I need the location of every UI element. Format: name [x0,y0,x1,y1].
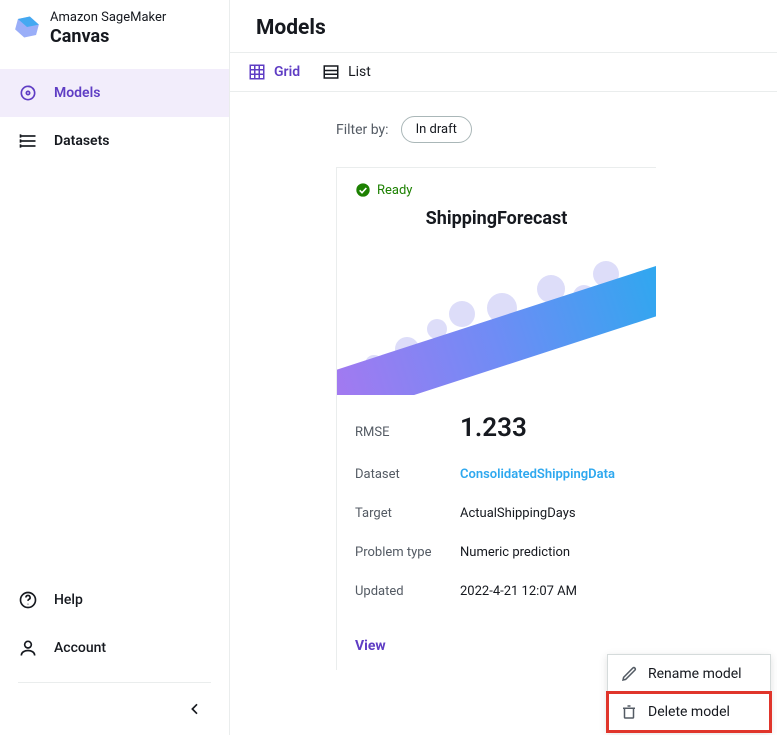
nav-label-help: Help [54,592,83,608]
model-details: RMSE 1.233 Dataset ConsolidatedShippingD… [337,401,656,621]
nav-label-account: Account [54,640,106,656]
grid-label: Grid [274,64,300,80]
secondary-nav: Help Account [0,576,229,725]
datasets-icon [18,131,38,151]
updated-label: Updated [355,584,460,599]
updated-value: 2022-4-21 12:07 AM [460,584,577,599]
nav-item-account[interactable]: Account [0,624,229,672]
target-row: Target ActualShippingDays [355,494,638,533]
target-value: ActualShippingDays [460,506,576,521]
sagemaker-logo-icon [14,14,40,40]
account-icon [18,638,38,658]
delete-model-item[interactable]: Delete model [608,693,770,731]
nav-label-models: Models [54,85,100,101]
view-toolbar: Grid List [230,53,777,92]
rename-model-item[interactable]: Rename model [608,655,770,693]
model-status: Ready [355,182,412,198]
check-circle-icon [355,182,371,198]
ptype-value: Numeric prediction [460,545,570,560]
metric-label: RMSE [355,425,460,440]
list-icon [322,63,340,81]
status-text: Ready [377,183,412,198]
sidebar: Amazon SageMaker Canvas Models Datasets … [0,0,230,735]
content-area: Filter by: In draft Ready ShippingForeca… [230,92,777,735]
view-model-link[interactable]: View [355,638,386,654]
nav-item-datasets[interactable]: Datasets [0,117,229,165]
metric-row: RMSE 1.233 [355,401,638,455]
brand-lower: Canvas [50,26,166,49]
nav-label-datasets: Datasets [54,133,110,149]
models-icon [18,83,38,103]
delete-label: Delete model [648,704,730,720]
model-context-menu: Rename model Delete model [607,654,771,732]
page-title: Models [256,16,751,40]
metric-value: 1.233 [460,413,527,443]
list-view-button[interactable]: List [322,63,371,81]
trash-icon [620,703,638,721]
filter-label: Filter by: [336,122,389,138]
nav-item-help[interactable]: Help [0,576,229,624]
help-icon [18,590,38,610]
primary-nav: Models Datasets [0,69,229,165]
model-name: ShippingForecast [355,208,638,229]
model-card[interactable]: Ready ShippingForecast RMSE [336,167,656,670]
brand-upper: Amazon SageMaker [50,10,166,26]
dataset-row: Dataset ConsolidatedShippingData [355,455,638,494]
rename-label: Rename model [648,666,742,682]
dataset-link[interactable]: ConsolidatedShippingData [460,467,615,482]
ptype-row: Problem type Numeric prediction [355,533,638,572]
filter-row: Filter by: In draft [336,116,751,143]
ptype-label: Problem type [355,545,460,560]
dataset-label: Dataset [355,467,460,482]
updated-row: Updated 2022-4-21 12:07 AM [355,572,638,611]
nav-item-models[interactable]: Models [0,69,229,117]
list-label: List [348,64,371,80]
main-panel: Models Grid List Filter by: In draft [230,0,777,735]
filter-chip-in-draft[interactable]: In draft [401,116,472,143]
grid-view-button[interactable]: Grid [248,63,300,81]
model-thumbnail [337,245,656,395]
brand-block: Amazon SageMaker Canvas [0,0,229,63]
pencil-icon [620,665,638,683]
collapse-sidebar-button[interactable] [187,701,203,717]
grid-icon [248,63,266,81]
page-header: Models [230,0,777,53]
target-label: Target [355,506,460,521]
